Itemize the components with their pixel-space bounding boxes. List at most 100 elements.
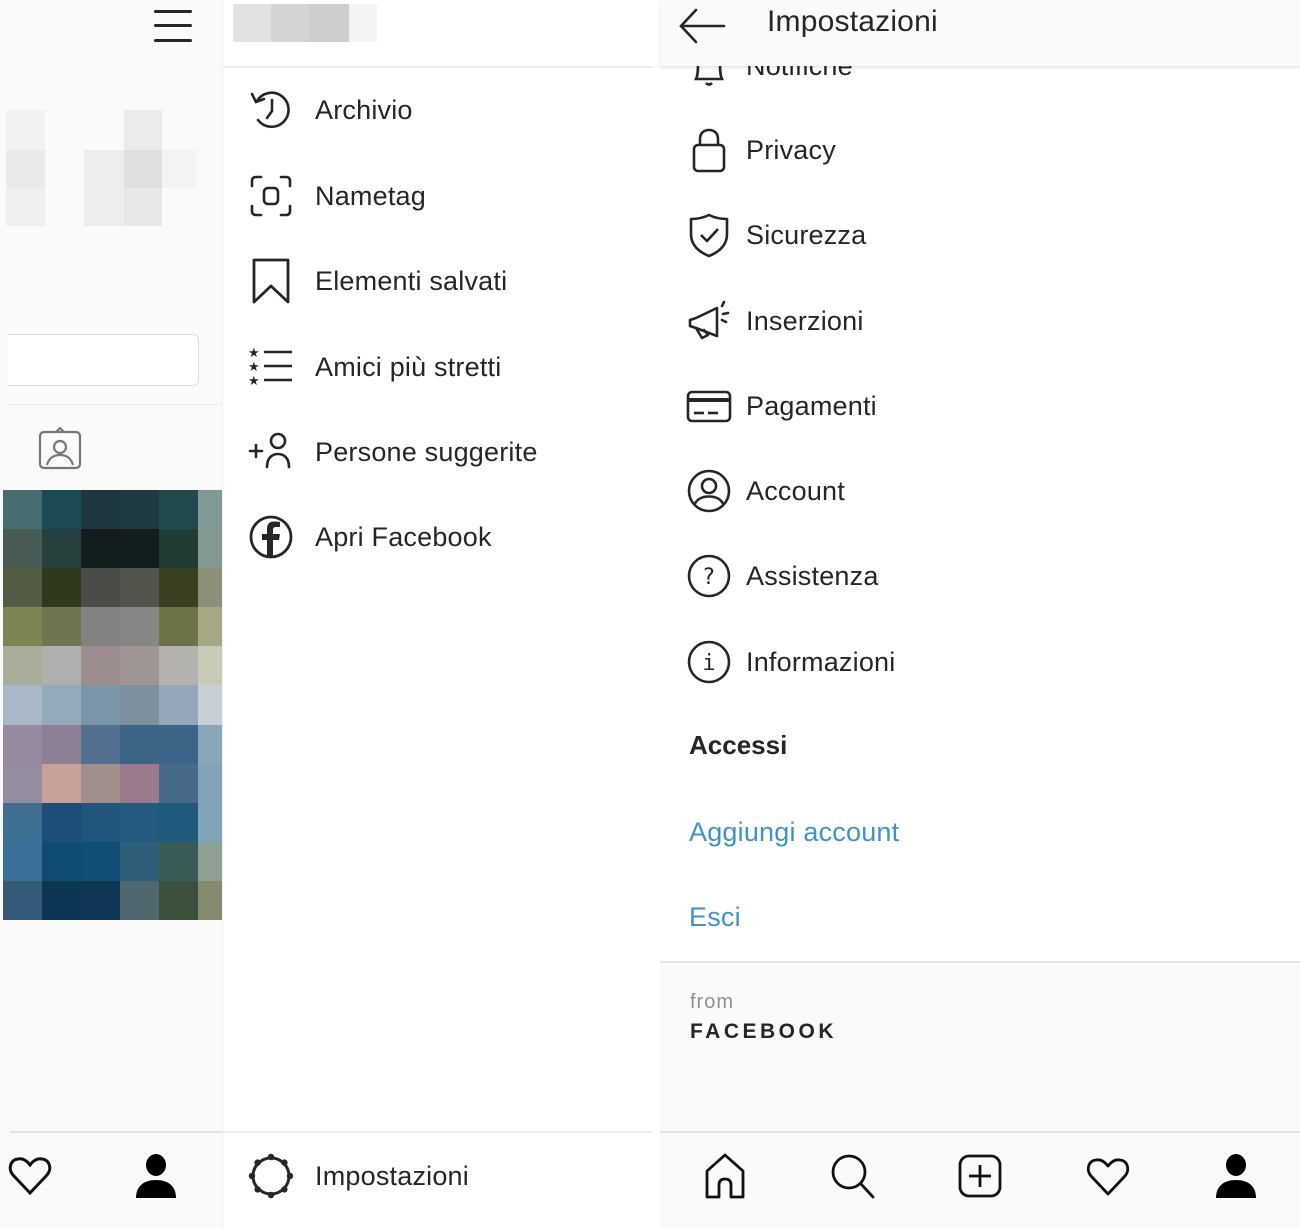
settings-item-label: Inserzioni [746, 305, 864, 336]
drawer-item-archive[interactable]: Archivio [247, 80, 647, 140]
drawer-item-suggested[interactable]: Persone suggerite [247, 422, 647, 482]
mosaic-cell [198, 841, 222, 881]
settings-item-ads[interactable]: Inserzioni [686, 291, 1286, 351]
add-account-link[interactable]: Aggiungi account [689, 817, 899, 848]
drawer-item-label: Elementi salvati [315, 265, 508, 296]
mosaic-cell [159, 802, 198, 842]
blurred-stat-block [124, 188, 162, 226]
bookmark-icon [247, 257, 295, 305]
mosaic-cell [81, 685, 120, 725]
shield-check-icon [686, 210, 732, 260]
drawer-item-close-friends[interactable]: ★ ★ ★ Amici più stretti [247, 337, 647, 397]
mosaic-cell [3, 490, 42, 530]
mosaic-cell [120, 646, 159, 686]
settings-screen: Impostazioni Notifiche Privacy Sicurezza [660, 0, 1300, 1228]
mosaic-cell [159, 763, 198, 803]
mosaic-cell [81, 841, 120, 881]
mosaic-cell [3, 568, 42, 608]
mosaic-cell [42, 490, 81, 530]
nav-home-button[interactable] [700, 1151, 750, 1201]
mosaic-cell [3, 724, 42, 764]
mosaic-cell [159, 607, 198, 647]
nav-search-button[interactable] [828, 1151, 878, 1201]
mosaic-cell [159, 841, 198, 881]
svg-text:★: ★ [248, 346, 260, 361]
side-drawer-menu: Archivio Nametag Elementi salvati ★ ★ ★ [222, 0, 653, 1228]
bottom-navigation-bar [660, 1131, 1300, 1228]
mosaic-cell [159, 529, 198, 569]
mosaic-cell [159, 490, 198, 530]
svg-text:★: ★ [248, 360, 260, 375]
settings-item-label: Privacy [746, 134, 836, 165]
mosaic-cell [198, 685, 222, 725]
mosaic-cell [120, 607, 159, 647]
info-circle-icon: i [686, 637, 732, 687]
drawer-item-nametag[interactable]: Nametag [247, 166, 647, 226]
mosaic-cell [120, 802, 159, 842]
nav-new-post-button[interactable] [955, 1151, 1005, 1201]
logout-link[interactable]: Esci [689, 902, 741, 933]
megaphone-icon [686, 296, 732, 346]
blurred-stat-block [124, 110, 162, 150]
mosaic-cell [198, 724, 222, 764]
mosaic-cell [81, 568, 120, 608]
mosaic-cell [3, 646, 42, 686]
drawer-item-label: Apri Facebook [315, 521, 492, 552]
mosaic-cell [198, 763, 222, 803]
mosaic-cell [3, 841, 42, 881]
blur-cell [271, 4, 309, 42]
settings-item-privacy[interactable]: Privacy [686, 120, 1286, 180]
archive-history-icon [247, 86, 295, 134]
lock-icon [686, 125, 732, 175]
credit-card-icon [686, 381, 732, 431]
mosaic-cell [42, 529, 81, 569]
mosaic-cell [81, 802, 120, 842]
help-circle-icon: ? [686, 551, 732, 601]
drawer-item-saved[interactable]: Elementi salvati [247, 251, 647, 311]
drawer-item-settings[interactable]: Impostazioni [247, 1146, 647, 1206]
blur-cell [233, 4, 271, 42]
mosaic-cell [42, 802, 81, 842]
settings-item-label: Pagamenti [746, 390, 877, 421]
profile-icon [1216, 1154, 1256, 1198]
profile-icon[interactable] [134, 1152, 178, 1198]
back-arrow-icon[interactable] [676, 4, 728, 44]
hamburger-menu-icon[interactable] [154, 6, 194, 42]
mosaic-cell [42, 880, 81, 920]
blurred-stat-block [6, 110, 45, 150]
mosaic-cell [81, 763, 120, 803]
mosaic-cell [81, 646, 120, 686]
settings-item-security[interactable]: Sicurezza [686, 205, 1286, 265]
settings-item-help[interactable]: ? Assistenza [686, 546, 1286, 606]
mosaic-cell [120, 685, 159, 725]
profile-screen-partial [0, 0, 222, 1228]
from-facebook-footer: from FACEBOOK [660, 961, 1300, 1132]
settings-item-payments[interactable]: Pagamenti [686, 376, 1286, 436]
mosaic-cell [120, 724, 159, 764]
edit-profile-button[interactable] [8, 334, 199, 386]
mosaic-cell [159, 724, 198, 764]
blurred-stat-block [6, 188, 45, 226]
settings-item-account[interactable]: Account [686, 461, 1286, 521]
mosaic-cell [198, 607, 222, 647]
nav-activity-button[interactable] [1083, 1151, 1133, 1201]
mosaic-cell [159, 568, 198, 608]
drawer-item-label: Nametag [315, 180, 426, 211]
mosaic-cell [3, 529, 42, 569]
tagged-photos-icon[interactable] [38, 427, 82, 471]
blurred-photo-thumbnail[interactable] [3, 490, 222, 920]
nav-profile-button[interactable] [1211, 1151, 1261, 1201]
divider [223, 66, 653, 68]
settings-item-about[interactable]: i Informazioni [686, 632, 1286, 692]
close-friends-list-icon: ★ ★ ★ [247, 343, 295, 391]
mosaic-cell [81, 490, 120, 530]
from-label: from [690, 991, 734, 1013]
mosaic-cell [159, 880, 198, 920]
settings-header: Impostazioni [660, 0, 1300, 66]
svg-text:★: ★ [248, 374, 260, 389]
heart-icon[interactable] [8, 1155, 52, 1197]
drawer-item-open-facebook[interactable]: Apri Facebook [247, 507, 647, 567]
settings-item-label: Informazioni [746, 646, 896, 677]
page-title: Impostazioni [767, 5, 938, 38]
mosaic-cell [198, 802, 222, 842]
